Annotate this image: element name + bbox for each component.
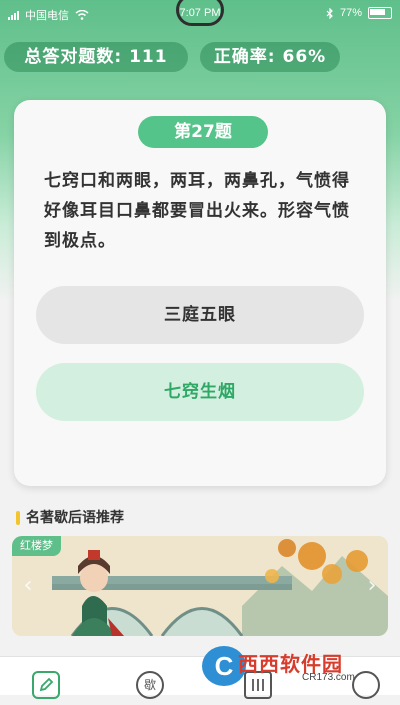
camera-ring	[176, 0, 224, 26]
question-text: 七窍口和两眼，两耳，两鼻孔，气愤得好像耳目口鼻都要冒出火来。形容气愤到极点。	[44, 171, 350, 251]
battery-icon	[368, 7, 392, 19]
accuracy-rate-stat: 正确率: 66%	[200, 42, 340, 72]
watermark-url: CR173.com	[302, 672, 355, 683]
answer-option-1[interactable]: 三庭五眼	[36, 286, 364, 344]
banner-tag: 红楼梦	[12, 536, 61, 556]
recommend-banner[interactable]: 红楼梦 ‹ ›	[12, 536, 388, 636]
site-watermark: C 西西软件园 CR173.com	[198, 642, 398, 692]
question-card: 第27题 七窍口和两眼，两耳，两鼻孔，气愤得好像耳目口鼻都要冒出火来。形容气愤到…	[14, 100, 386, 486]
battery-percent: 77%	[339, 7, 362, 19]
bluetooth-icon	[326, 7, 333, 19]
question-number-badge: 第27题	[138, 116, 268, 148]
chevron-right-icon[interactable]: ›	[362, 572, 382, 600]
answer-option-2-correct[interactable]: 七窍生烟	[36, 363, 364, 421]
song-icon[interactable]: 歇	[136, 671, 164, 699]
banner-illustration	[12, 536, 388, 636]
section-title: 名著歇后语推荐	[16, 508, 124, 528]
edit-icon[interactable]	[32, 671, 60, 699]
section-accent-bar	[16, 511, 20, 525]
section-title-label: 名著歇后语推荐	[26, 510, 124, 526]
total-correct-stat: 总答对题数: 111	[4, 42, 188, 72]
chevron-left-icon[interactable]: ‹	[18, 572, 38, 600]
